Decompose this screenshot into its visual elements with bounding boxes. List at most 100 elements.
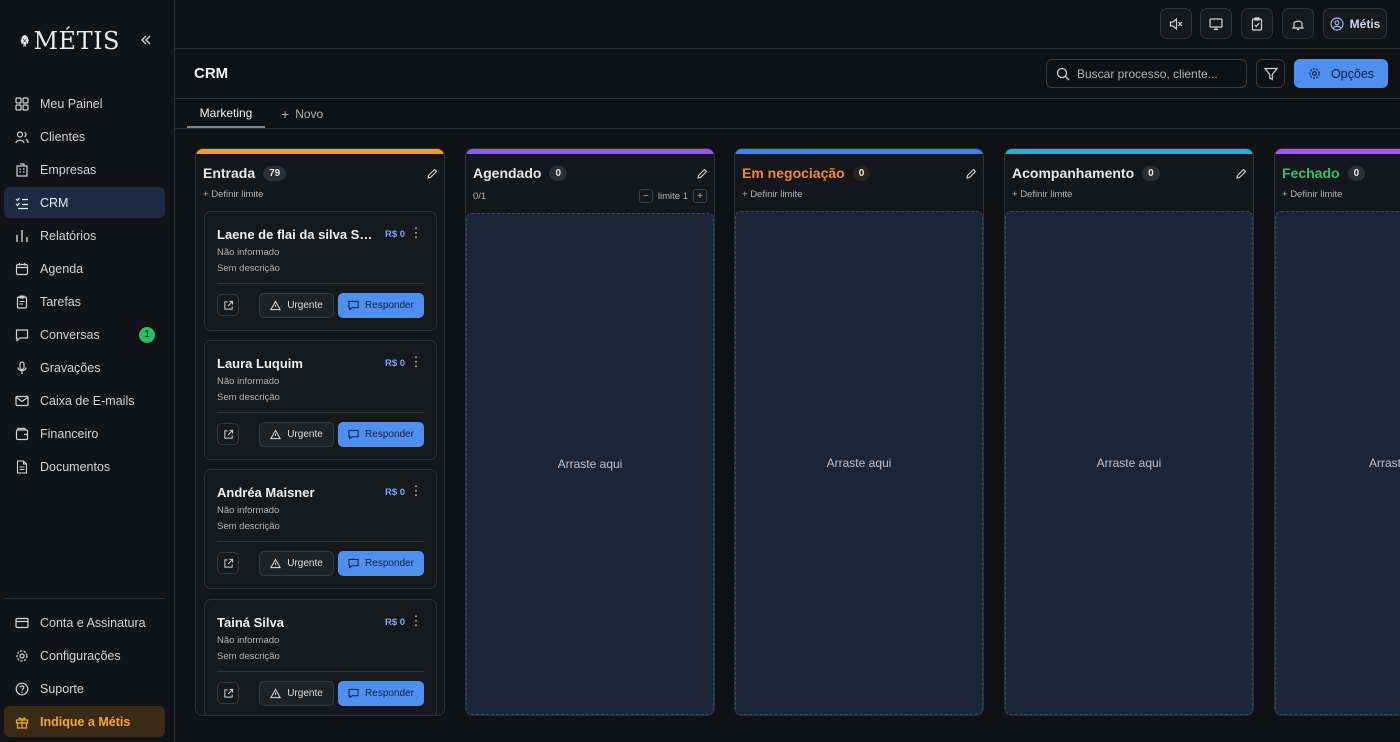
sidebar-item-agenda[interactable]: Agenda — [4, 253, 165, 284]
define-limit-link[interactable]: + Definir limite — [1012, 189, 1072, 200]
notifications-button[interactable] — [1282, 8, 1314, 39]
reply-label: Responder — [365, 300, 414, 311]
sidebar-item-tarefas[interactable]: Tarefas — [4, 286, 165, 317]
edit-column-button[interactable] — [696, 167, 708, 185]
tab-marketing[interactable]: Marketing — [187, 99, 265, 128]
pencil-icon — [1236, 168, 1247, 179]
sidebar-item-indique-a-metis[interactable]: Indique a Métis — [4, 706, 165, 737]
screen-button[interactable] — [1200, 8, 1232, 39]
mute-button[interactable] — [1160, 8, 1192, 39]
checklist-button[interactable] — [1241, 8, 1273, 39]
reply-button[interactable]: Responder — [338, 551, 424, 576]
card-menu-button[interactable]: ⋮ — [409, 353, 423, 369]
drop-zone[interactable]: Arraste — [1275, 211, 1400, 715]
urgent-label: Urgente — [287, 688, 323, 699]
urgent-button[interactable]: Urgente — [259, 293, 334, 318]
card-menu-button[interactable]: ⋮ — [410, 482, 423, 498]
urgent-button[interactable]: Urgente — [259, 551, 334, 576]
drop-zone-label: Arraste aqui — [1096, 456, 1162, 470]
sidebar-item-suporte[interactable]: Suporte — [4, 673, 165, 704]
card-menu-button[interactable]: ⋮ — [410, 224, 423, 240]
column-color-bar — [1275, 149, 1400, 154]
column-count: 0 — [549, 165, 568, 181]
sidebar-item-empresas[interactable]: Empresas — [4, 154, 165, 185]
card-menu-button[interactable]: ⋮ — [410, 612, 423, 628]
card-description: Sem descrição — [217, 521, 280, 532]
edit-column-button[interactable] — [1235, 167, 1247, 185]
reply-button[interactable]: Responder — [338, 681, 424, 706]
define-limit-link[interactable]: + Definir limite — [203, 189, 263, 200]
volume-mute-icon — [1169, 17, 1183, 30]
open-card-button[interactable] — [217, 294, 239, 316]
sidebar-item-conversas[interactable]: Conversas 1 — [4, 319, 165, 350]
gift-icon — [14, 714, 30, 730]
deal-card[interactable]: Laura Luquim R$ 0 ⋮ Não informado Sem de… — [204, 340, 437, 460]
clipboard-icon — [14, 294, 30, 310]
kebab-icon: ⋮ — [409, 353, 423, 369]
reply-button[interactable]: Responder — [338, 422, 424, 447]
column-fechado: Fechado 0 + Definir limite Arraste — [1274, 148, 1400, 716]
options-button[interactable]: Opções — [1294, 59, 1388, 88]
sidebar-divider — [4, 598, 165, 599]
search-input[interactable] — [1077, 66, 1237, 81]
sidebar-item-label: Financeiro — [40, 426, 99, 441]
sidebar-item-label: Empresas — [40, 162, 97, 177]
edit-column-button[interactable] — [426, 167, 438, 185]
open-card-button[interactable] — [217, 423, 239, 445]
user-menu-button[interactable]: Métis — [1323, 8, 1387, 39]
sidebar-item-label: Caixa de E-mails — [40, 393, 135, 408]
search-icon — [1056, 67, 1070, 80]
deal-card[interactable]: Laene de flai da silva Sobrinho R$ 0 ⋮ N… — [204, 211, 437, 331]
sidebar-item-caixa-de-emails[interactable]: Caixa de E-mails — [4, 385, 165, 416]
define-limit-link[interactable]: + Definir limite — [1282, 189, 1342, 200]
filter-button[interactable] — [1256, 59, 1285, 88]
message-icon — [348, 429, 359, 440]
card-name: Laene de flai da silva Sobrinho — [217, 227, 377, 242]
define-limit-label: Definir limite — [211, 189, 264, 200]
sidebar-item-relatorios[interactable]: Relatórios — [4, 220, 165, 251]
sidebar-item-documentos[interactable]: Documentos — [4, 451, 165, 482]
reply-label: Responder — [365, 429, 414, 440]
deal-card[interactable]: Tainá Silva R$ 0 ⋮ Não informado Sem des… — [204, 599, 437, 715]
kanban-board: Entrada 79 + Definir limite Laene de fla… — [175, 129, 1400, 742]
clipboard-check-icon — [1251, 16, 1263, 31]
decrease-limit-button[interactable]: − — [638, 189, 653, 203]
deal-card[interactable]: Andréa Maisner R$ 0 ⋮ Não informado Sem … — [204, 469, 437, 589]
sidebar-item-conta-e-assinatura[interactable]: Conta e Assinatura — [4, 607, 165, 638]
card-divider — [217, 412, 424, 413]
column-count: 0 — [852, 165, 871, 181]
list-check-icon — [14, 195, 30, 211]
document-icon — [14, 459, 30, 475]
column-agendado: Agendado 0 0/1 − limite 1 + Arraste aqui — [465, 148, 715, 716]
sidebar: MÉTIS Meu Painel Clientes Empresas CRM R… — [0, 0, 175, 742]
drop-zone[interactable]: Arraste aqui — [466, 213, 714, 715]
column-header: Acompanhamento 0 — [1012, 165, 1160, 181]
edit-column-button[interactable] — [965, 167, 977, 185]
sidebar-item-meu-painel[interactable]: Meu Painel — [4, 88, 165, 119]
card-value: R$ 0 — [385, 358, 406, 369]
sidebar-item-label: CRM — [40, 195, 69, 210]
brand-logo[interactable]: MÉTIS — [20, 12, 120, 70]
urgent-button[interactable]: Urgente — [259, 681, 334, 706]
drop-zone-label: Arraste aqui — [557, 457, 623, 471]
warning-triangle-icon — [270, 688, 282, 699]
reply-label: Responder — [365, 558, 414, 569]
reply-button[interactable]: Responder — [338, 293, 424, 318]
microphone-icon — [14, 360, 30, 376]
drop-zone[interactable]: Arraste aqui — [1005, 211, 1253, 715]
sidebar-item-crm[interactable]: CRM — [4, 187, 165, 218]
sidebar-item-gravacoes[interactable]: Gravações — [4, 352, 165, 383]
new-tab-button[interactable]: + Novo — [281, 99, 323, 128]
collapse-sidebar-button[interactable] — [136, 30, 156, 50]
sidebar-item-clientes[interactable]: Clientes — [4, 121, 165, 152]
define-limit-link[interactable]: + Definir limite — [742, 189, 802, 200]
increase-limit-button[interactable]: + — [693, 189, 707, 203]
open-card-button[interactable] — [217, 682, 239, 704]
drop-zone[interactable]: Arraste aqui — [735, 211, 983, 715]
card-value: R$ 0 — [385, 617, 406, 628]
open-card-button[interactable] — [217, 552, 239, 574]
column-count: 79 — [263, 165, 287, 181]
sidebar-item-configuracoes[interactable]: Configurações — [4, 640, 165, 671]
urgent-button[interactable]: Urgente — [259, 422, 334, 447]
sidebar-item-financeiro[interactable]: Financeiro — [4, 418, 165, 449]
